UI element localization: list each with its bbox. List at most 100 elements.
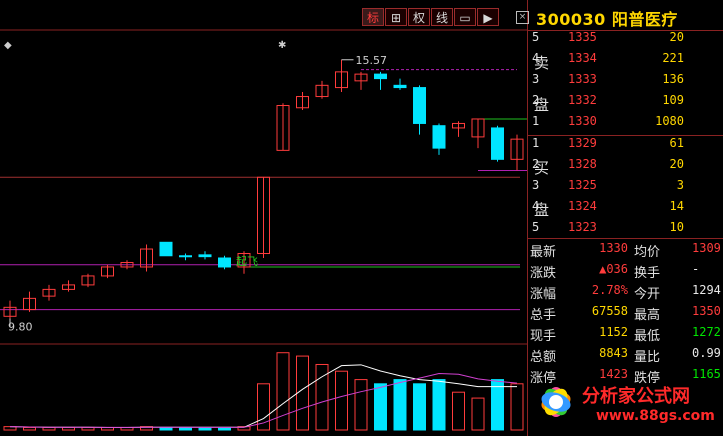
stat-value: 2.78% — [591, 283, 628, 297]
stat-label: 量比 — [634, 350, 661, 365]
volume-bar — [62, 426, 75, 431]
close-icon[interactable]: × — [516, 11, 529, 24]
candle-body — [432, 125, 446, 149]
stat-row: 现手 1152 最低 1272 — [528, 325, 723, 345]
stat-label: 总手 — [530, 308, 557, 323]
buy-volume: 3 — [676, 178, 684, 192]
sell-level: 1 — [532, 114, 540, 128]
candle-body — [159, 241, 173, 257]
stat-value: 1272 — [692, 325, 721, 339]
play-icon[interactable]: ▶ — [477, 8, 499, 26]
sell-level: 2 — [532, 93, 540, 107]
sell-volume: 109 — [662, 93, 684, 107]
mark-button[interactable]: 标 — [362, 8, 384, 26]
volume-bar — [432, 379, 446, 431]
flower-logo-icon — [541, 387, 571, 417]
stat-value: 1330 — [599, 241, 628, 255]
buy-price: 1325 — [568, 178, 597, 192]
grid-icon[interactable]: ⊞ — [385, 8, 407, 26]
volume-bar — [23, 426, 36, 431]
volume-bar — [374, 383, 387, 431]
sell-row[interactable]: 5 1335 20 — [528, 30, 723, 50]
sell-price: 1330 — [568, 114, 597, 128]
stat-row: 最新 1330 均价 1309 — [528, 241, 723, 261]
buy-row[interactable]: 1 1329 61 — [528, 136, 723, 156]
stat-label: 涨跌 — [530, 266, 557, 281]
volume-bar — [42, 426, 56, 431]
stat-value: 8843 — [599, 346, 628, 360]
sell-row[interactable]: 4 1334 221 — [528, 51, 723, 71]
volume-bar — [276, 352, 290, 431]
buy-volume: 10 — [669, 220, 684, 234]
stat-label: 最高 — [634, 308, 661, 323]
stat-label: 最低 — [634, 329, 661, 344]
stat-value: 1152 — [599, 325, 628, 339]
buy-volume: 20 — [669, 157, 684, 171]
sell-row[interactable]: 1 1330 1080 — [528, 114, 723, 134]
rights-button[interactable]: 权 — [408, 8, 430, 26]
buy-row[interactable]: 2 1328 20 — [528, 157, 723, 177]
stat-value: 1350 — [692, 304, 721, 318]
candles — [3, 59, 524, 327]
volume-bar — [393, 379, 407, 431]
logo-url: www.88gs.com — [596, 408, 715, 424]
buy-price: 1323 — [568, 220, 597, 234]
sell-volume: 221 — [662, 51, 684, 65]
stat-row: 总额 8843 量比 0.99 — [528, 346, 723, 366]
candle-body — [491, 127, 504, 160]
buy-row[interactable]: 3 1325 3 — [528, 178, 723, 198]
stat-value: 67558 — [591, 304, 628, 318]
buy-price: 1324 — [568, 199, 597, 213]
buy-level: 2 — [532, 157, 540, 171]
candle-body — [393, 84, 407, 89]
stock-title: 300030 阳普医疗 — [536, 6, 678, 30]
high-price-label: 15.57 — [356, 54, 388, 67]
stock-name: 阳普医疗 — [611, 10, 678, 29]
sell-price: 1333 — [568, 72, 597, 86]
volume-bar — [452, 391, 465, 431]
stat-row: 总手 67558 最高 1350 — [528, 304, 723, 324]
sell-price: 1332 — [568, 93, 597, 107]
sell-row[interactable]: 2 1332 109 — [528, 93, 723, 113]
buy-price: 1328 — [568, 157, 597, 171]
sell-volume: 1080 — [655, 114, 684, 128]
sell-volume: 20 — [669, 30, 684, 44]
sell-row[interactable]: 3 1333 136 — [528, 72, 723, 92]
buy-level: 5 — [532, 220, 540, 234]
sell-price: 1335 — [568, 30, 597, 44]
buy-row[interactable]: 5 1323 10 — [528, 220, 723, 240]
sell-level: 5 — [532, 30, 540, 44]
price-chart[interactable]: ◆ ✱ 15.57 9.80 起飞 — [0, 0, 527, 436]
stat-label: 最新 — [530, 245, 557, 260]
low-price-label: 9.80 — [8, 321, 33, 334]
takeoff-annotation: 起飞 — [236, 255, 258, 268]
buy-level: 3 — [532, 178, 540, 192]
stat-label: 总额 — [530, 350, 557, 365]
volume-bar — [335, 370, 348, 431]
buy-row[interactable]: 4 1324 14 — [528, 199, 723, 219]
volume-bar — [491, 379, 504, 431]
line-button[interactable]: 线 — [431, 8, 453, 26]
stat-row: 涨跌 ▲036 换手 - — [528, 262, 723, 282]
stat-label: 均价 — [634, 245, 661, 260]
divider — [528, 238, 723, 239]
volume-bar — [179, 426, 192, 431]
stat-row: 涨幅 2.78% 今开 1294 — [528, 283, 723, 303]
watermark-logo: 分析家公式网 www.88gs.com — [522, 364, 723, 436]
stat-value: 1294 — [692, 283, 721, 297]
stat-label: 今开 — [634, 287, 661, 302]
stock-code: 300030 — [536, 10, 606, 29]
window-icon[interactable]: ▭ — [454, 8, 476, 26]
candle-body — [198, 254, 212, 258]
volume-bar — [159, 426, 173, 431]
buy-level: 1 — [532, 136, 540, 150]
logo-text: 分析家公式网 — [582, 386, 690, 407]
stat-value: 1309 — [692, 241, 721, 255]
marker-icon: ◆ — [4, 40, 12, 51]
sell-level: 4 — [532, 51, 540, 65]
stat-label: 涨幅 — [530, 287, 557, 302]
volume-bar — [81, 426, 95, 431]
candle-body — [218, 257, 231, 268]
chart-toolbar: 标 ⊞ 权 线 ▭ ▶ — [362, 8, 500, 28]
stat-value: ▲036 — [599, 262, 628, 276]
